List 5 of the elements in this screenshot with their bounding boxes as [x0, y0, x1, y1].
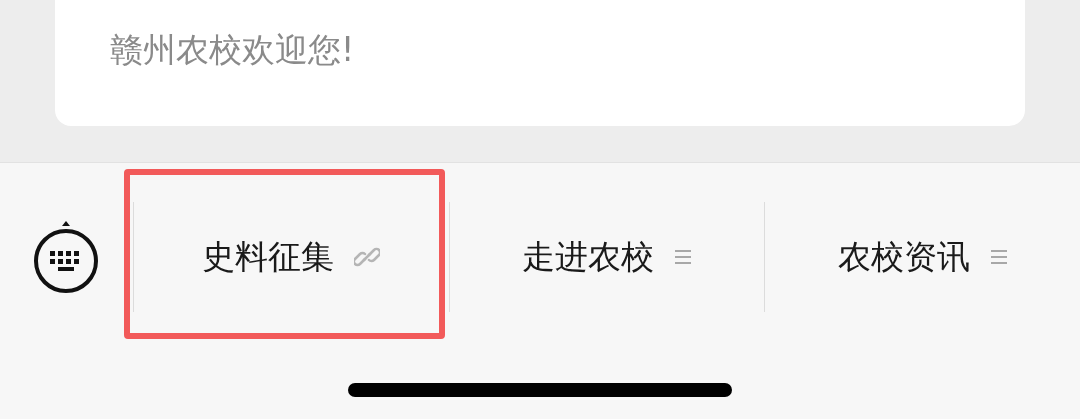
- keyboard-icon[interactable]: [33, 219, 99, 294]
- menu-tab[interactable]: 走进农校: [449, 201, 765, 312]
- menu-tab[interactable]: 史料征集: [134, 201, 449, 312]
- menu-tab[interactable]: 农校资讯: [765, 201, 1080, 312]
- welcome-message: 赣州农校欢迎您!: [110, 29, 356, 71]
